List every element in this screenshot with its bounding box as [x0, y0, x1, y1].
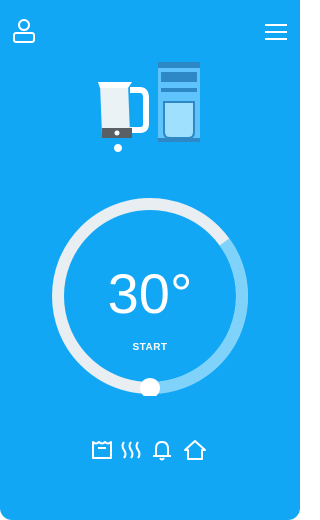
coffee-machine-icon[interactable]	[158, 62, 200, 142]
bell-icon[interactable]	[150, 438, 174, 462]
kettle-icon[interactable]	[92, 72, 152, 142]
app-screen: 30° START	[0, 0, 300, 520]
dial-knob[interactable]	[140, 378, 160, 396]
appliance-carousel[interactable]	[92, 58, 212, 148]
hamburger-menu-icon[interactable]	[265, 22, 287, 42]
mode-toolbar	[90, 438, 220, 468]
home-icon[interactable]	[182, 438, 208, 462]
kettle-mode-icon[interactable]	[90, 438, 114, 462]
start-button[interactable]: START	[50, 342, 250, 353]
pager-dot-active	[114, 144, 122, 152]
user-icon[interactable]	[12, 18, 36, 44]
temperature-value: 30°	[107, 262, 193, 325]
heat-waves-icon[interactable]	[120, 438, 142, 462]
